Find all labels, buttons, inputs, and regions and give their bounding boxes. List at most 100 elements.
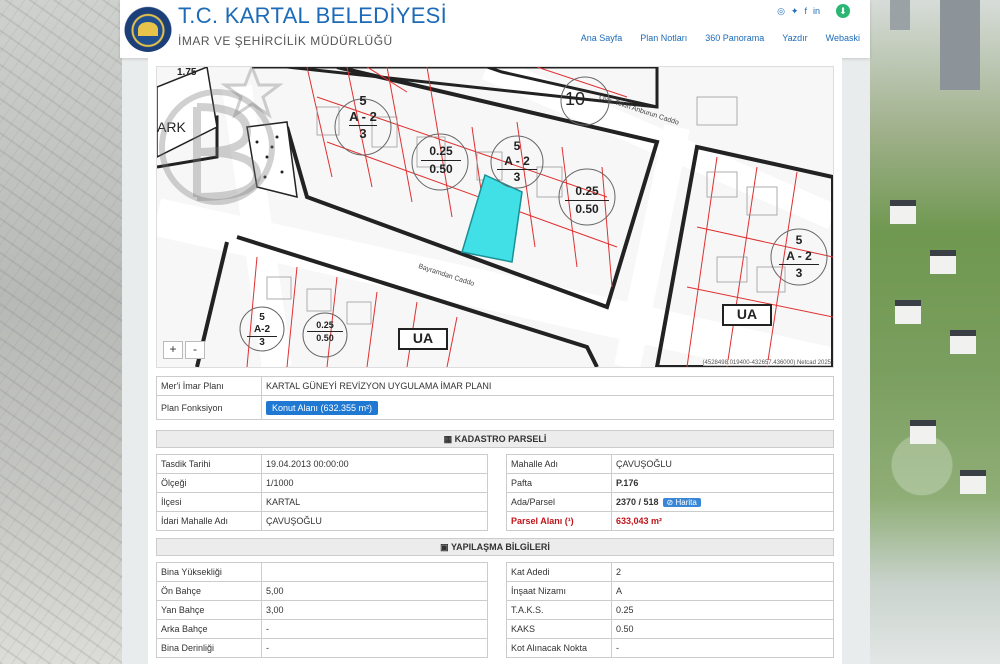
- kadastro-left-table: Tasdik Tarihi 19.04.2013 00:00:00 Ölçeği 1…: [156, 454, 488, 531]
- building-decor: [940, 0, 980, 90]
- instagram-icon[interactable]: ◎: [777, 6, 785, 17]
- field-key: T.A.K.S.: [506, 600, 612, 620]
- yapilasma-right-table: Kat Adedi 2 İnşaat Nizamı A T.A.K.S. 0.25 K…: [506, 562, 834, 658]
- plan-key: Plan Fonksiyon: [156, 395, 262, 420]
- main-nav: Ana Sayfa Plan Notları 360 Panorama Yazd…: [581, 33, 860, 43]
- field-value: -: [611, 638, 834, 658]
- table-row: KAKS 0.50: [506, 619, 834, 639]
- table-row: Tasdik Tarihi 19.04.2013 00:00:00: [156, 454, 488, 474]
- plan-table: Mer'i İmar Planı KARTAL GÜNEYİ REVİZYON …: [156, 376, 834, 420]
- table-row: Yan Bahçe 3,00: [156, 600, 488, 620]
- field-value: ÇAVUŞOĞLU: [611, 454, 834, 474]
- house-decor: [950, 330, 976, 354]
- table-row: Ön Bahçe 5,00: [156, 581, 488, 601]
- table-row: T.A.K.S. 0.25: [506, 600, 834, 620]
- twitter-icon[interactable]: ✦: [791, 6, 799, 17]
- site-header: T.C. KARTAL BELEDİYESİ İMAR VE ŞEHİRCİLİ…: [120, 0, 870, 58]
- zone-ratio-label: 0.25 0.50: [307, 319, 343, 344]
- map-link-button[interactable]: ⊘ Harita: [662, 498, 701, 507]
- zoning-map[interactable]: 1.75 ARK 10 5 A - 2 3 0.25 0.50 5 A - 2 …: [156, 66, 834, 368]
- grid-icon: ▦: [443, 434, 453, 444]
- table-row: İnşaat Nizamı A: [506, 581, 834, 601]
- field-key: İlçesi: [156, 492, 262, 512]
- house-decor: [910, 420, 936, 444]
- map-label-block: 10: [565, 89, 586, 109]
- field-value: 0.50: [611, 619, 834, 639]
- zone-label: 5 A-2 3: [247, 312, 277, 349]
- table-row: Mer'i İmar Planı KARTAL GÜNEYİ REVİZYON …: [156, 376, 834, 396]
- zone-ratio-label: 0.25 0.50: [565, 183, 609, 218]
- zone-ratio-label: 0.25 0.50: [421, 143, 461, 178]
- nav-home[interactable]: Ana Sayfa: [581, 33, 623, 43]
- kadastro-right-table: Mahalle Adı ÇAVUŞOĞLU Pafta P.176 Ada/Pars…: [506, 454, 834, 531]
- table-row: Bina Derinliği -: [156, 638, 488, 658]
- field-value: -: [261, 638, 488, 658]
- municipality-logo[interactable]: [124, 4, 172, 52]
- social-links: ◎ ✦ f in ⬇: [777, 4, 850, 18]
- table-row: İdari Mahalle Adı ÇAVUŞOĞLU: [156, 511, 488, 531]
- field-key: Kot Alınacak Nokta: [506, 638, 612, 658]
- section-title: YAPILAŞMA BİLGİLERİ: [451, 542, 550, 552]
- facebook-icon[interactable]: f: [804, 6, 807, 16]
- field-key: Ön Bahçe: [156, 581, 262, 601]
- field-key: Pafta: [506, 473, 612, 493]
- zone-label: 5 A - 2 3: [349, 93, 377, 141]
- house-decor: [895, 300, 921, 324]
- plan-function-button[interactable]: Konut Alanı (632.355 m²): [266, 400, 379, 415]
- field-value: KARTAL: [261, 492, 488, 512]
- zoom-in-button[interactable]: +: [163, 341, 183, 359]
- yapilasma-left-table: Bina Yüksekliği Ön Bahçe 5,00 Yan Bahçe 3,…: [156, 562, 488, 658]
- site-title[interactable]: T.C. KARTAL BELEDİYESİ: [178, 3, 447, 29]
- house-decor: [890, 200, 916, 224]
- table-row: Pafta P.176: [506, 473, 834, 493]
- kadastro-header: ▦ KADASTRO PARSELİ: [156, 430, 834, 448]
- table-row: Arka Bahçe -: [156, 619, 488, 639]
- field-key: İdari Mahalle Adı: [156, 511, 262, 531]
- zone-label: 5 A - 2 3: [497, 139, 537, 185]
- house-decor: [930, 250, 956, 274]
- nav-print[interactable]: Yazdır: [782, 33, 807, 43]
- watermark-logo: [159, 67, 284, 205]
- field-key: KAKS: [506, 619, 612, 639]
- zone-ua-label: UA: [736, 306, 758, 322]
- field-value: 5,00: [261, 581, 488, 601]
- table-row: Ada/Parsel 2370 / 518 ⊘ Harita: [506, 492, 834, 512]
- field-key: Tasdik Tarihi: [156, 454, 262, 474]
- field-value: 2370 / 518: [616, 497, 659, 507]
- nav-plan-notes[interactable]: Plan Notları: [640, 33, 687, 43]
- zoom-out-button[interactable]: -: [185, 341, 205, 359]
- site-subtitle: İMAR VE ŞEHİRCİLİK MÜDÜRLÜĞÜ: [178, 34, 393, 48]
- plan-value: KARTAL GÜNEYİ REVİZYON UYGULAMA İMAR PLA…: [261, 376, 834, 396]
- field-key: Kat Adedi: [506, 562, 612, 582]
- main-panel: 1.75 ARK 10 5 A - 2 3 0.25 0.50 5 A - 2 …: [148, 58, 842, 664]
- field-value: 1/1000: [261, 473, 488, 493]
- linkedin-icon[interactable]: in: [813, 6, 820, 16]
- table-row: Bina Yüksekliği: [156, 562, 488, 582]
- field-value: [261, 562, 488, 582]
- download-icon[interactable]: ⬇: [836, 4, 850, 18]
- building-decor: [890, 0, 910, 30]
- table-row: Ölçeği 1/1000: [156, 473, 488, 493]
- yapilasma-header: ▣ YAPILAŞMA BİLGİLERİ: [156, 538, 834, 556]
- table-row: Kot Alınacak Nokta -: [506, 638, 834, 658]
- zone-label: 5 A - 2 3: [779, 232, 819, 281]
- zoom-controls: + -: [163, 341, 205, 359]
- field-key: Mahalle Adı: [506, 454, 612, 474]
- background-right: [870, 0, 1000, 664]
- house-decor: [960, 470, 986, 494]
- field-value: 0.25: [611, 600, 834, 620]
- field-value: 3,00: [261, 600, 488, 620]
- field-value: 19.04.2013 00:00:00: [261, 454, 488, 474]
- nav-webaski[interactable]: Webaski: [826, 33, 860, 43]
- field-key: Bina Derinliği: [156, 638, 262, 658]
- field-value: ÇAVUŞOĞLU: [261, 511, 488, 531]
- table-row: Plan Fonksiyon Konut Alanı (632.355 m²): [156, 395, 834, 420]
- nav-360-panorama[interactable]: 360 Panorama: [705, 33, 764, 43]
- table-row: İlçesi KARTAL: [156, 492, 488, 512]
- table-row: Mahalle Adı ÇAVUŞOĞLU: [506, 454, 834, 474]
- table-row: Parsel Alanı (¹) 633,043 m²: [506, 511, 834, 531]
- field-value: -: [261, 619, 488, 639]
- building-icon: ▣: [440, 542, 449, 552]
- field-key: Arka Bahçe: [156, 619, 262, 639]
- field-value: 2: [611, 562, 834, 582]
